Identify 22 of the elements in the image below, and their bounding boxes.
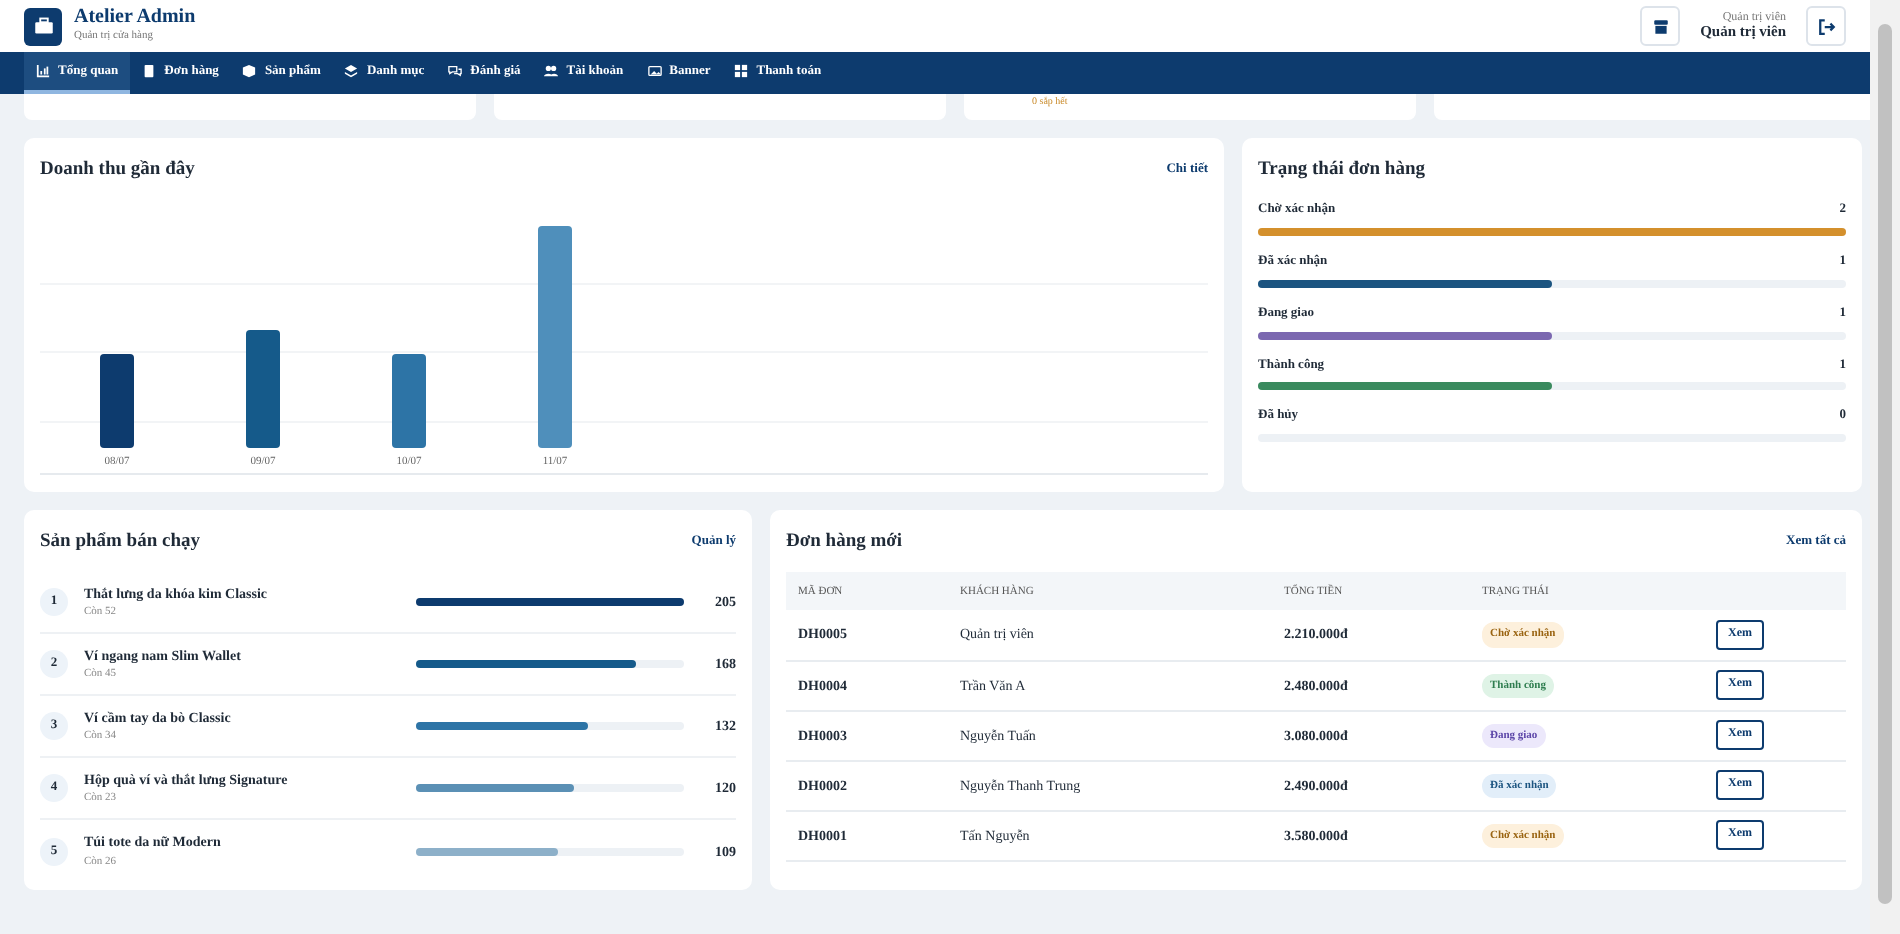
layers-icon xyxy=(344,64,359,78)
store-button[interactable] xyxy=(1640,6,1681,46)
brand-title: Atelier Admin xyxy=(74,6,196,29)
users-icon xyxy=(544,64,559,78)
panel-title: Trạng thái đơn hàng xyxy=(1258,158,1427,184)
panel-title: Đơn hàng mới xyxy=(786,530,903,556)
image-icon xyxy=(647,64,662,78)
panel-title: Doanh thu gần đây xyxy=(40,158,195,184)
panel-title: Sản phẩm bán chạy xyxy=(40,530,200,556)
box-icon xyxy=(242,64,257,78)
grid-icon xyxy=(734,64,749,78)
chat-icon xyxy=(448,64,463,78)
chart-icon xyxy=(36,64,50,78)
chart-bar xyxy=(246,330,280,449)
scrollbar-thumb[interactable] xyxy=(1878,24,1892,904)
briefcase-icon xyxy=(33,16,53,36)
store-icon xyxy=(1651,17,1670,35)
logout-icon xyxy=(1817,17,1835,35)
chart-bar xyxy=(100,354,134,449)
chart-bar xyxy=(392,354,426,449)
logout-button[interactable] xyxy=(1806,6,1846,46)
document-icon xyxy=(142,64,157,78)
